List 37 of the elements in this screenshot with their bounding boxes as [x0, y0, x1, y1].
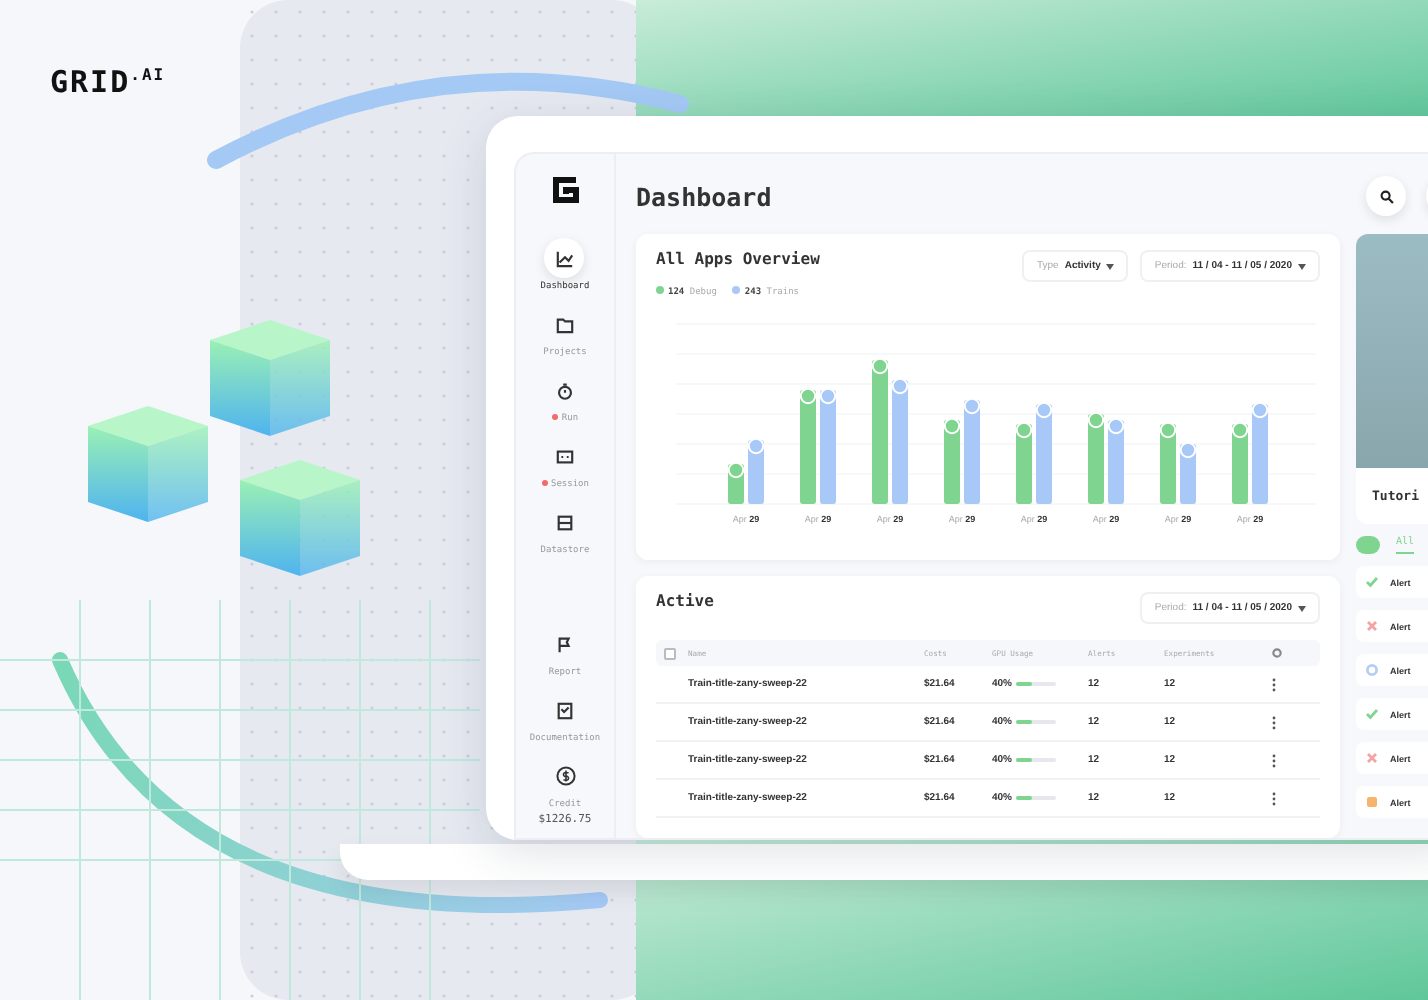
- caret-icon: [1298, 263, 1306, 269]
- folder-icon: [556, 315, 574, 333]
- dollar-coin-icon: [555, 766, 575, 786]
- monitor-icon: [556, 447, 574, 465]
- page-title: Dashboard: [636, 181, 774, 211]
- bar: [799, 387, 817, 504]
- card-title: Active: [656, 592, 716, 610]
- bar: [1107, 417, 1125, 504]
- bar: [1035, 401, 1053, 504]
- caret-icon: [1298, 605, 1306, 611]
- cube-drawing: [240, 460, 360, 576]
- toggle-icon: [1356, 536, 1380, 554]
- line-chart-icon: [555, 249, 574, 267]
- archive-icon: [555, 513, 574, 531]
- bar: [1015, 421, 1033, 504]
- search-button[interactable]: [1366, 176, 1406, 216]
- cube-drawing: [210, 320, 330, 436]
- caret-icon: [1106, 263, 1115, 269]
- bar: [1087, 411, 1105, 504]
- checkbox[interactable]: [664, 647, 676, 659]
- logo-icon: [549, 174, 581, 206]
- stopwatch-icon: [556, 381, 574, 399]
- bar: [1231, 421, 1249, 504]
- cube-drawing: [88, 406, 208, 522]
- bar: [1159, 421, 1177, 504]
- gear-icon: [1272, 648, 1282, 658]
- card-title: All Apps Overview: [656, 250, 822, 268]
- bar: [1179, 441, 1197, 504]
- bar: [943, 417, 961, 504]
- bar: [819, 387, 837, 504]
- search-icon: [1379, 189, 1393, 203]
- document-icon: [555, 701, 574, 719]
- bar: [963, 397, 981, 504]
- logo: GRID$^{.AI}$: [50, 64, 166, 100]
- flag-icon: [556, 635, 574, 653]
- bar: [891, 377, 909, 504]
- bar: [1251, 401, 1269, 504]
